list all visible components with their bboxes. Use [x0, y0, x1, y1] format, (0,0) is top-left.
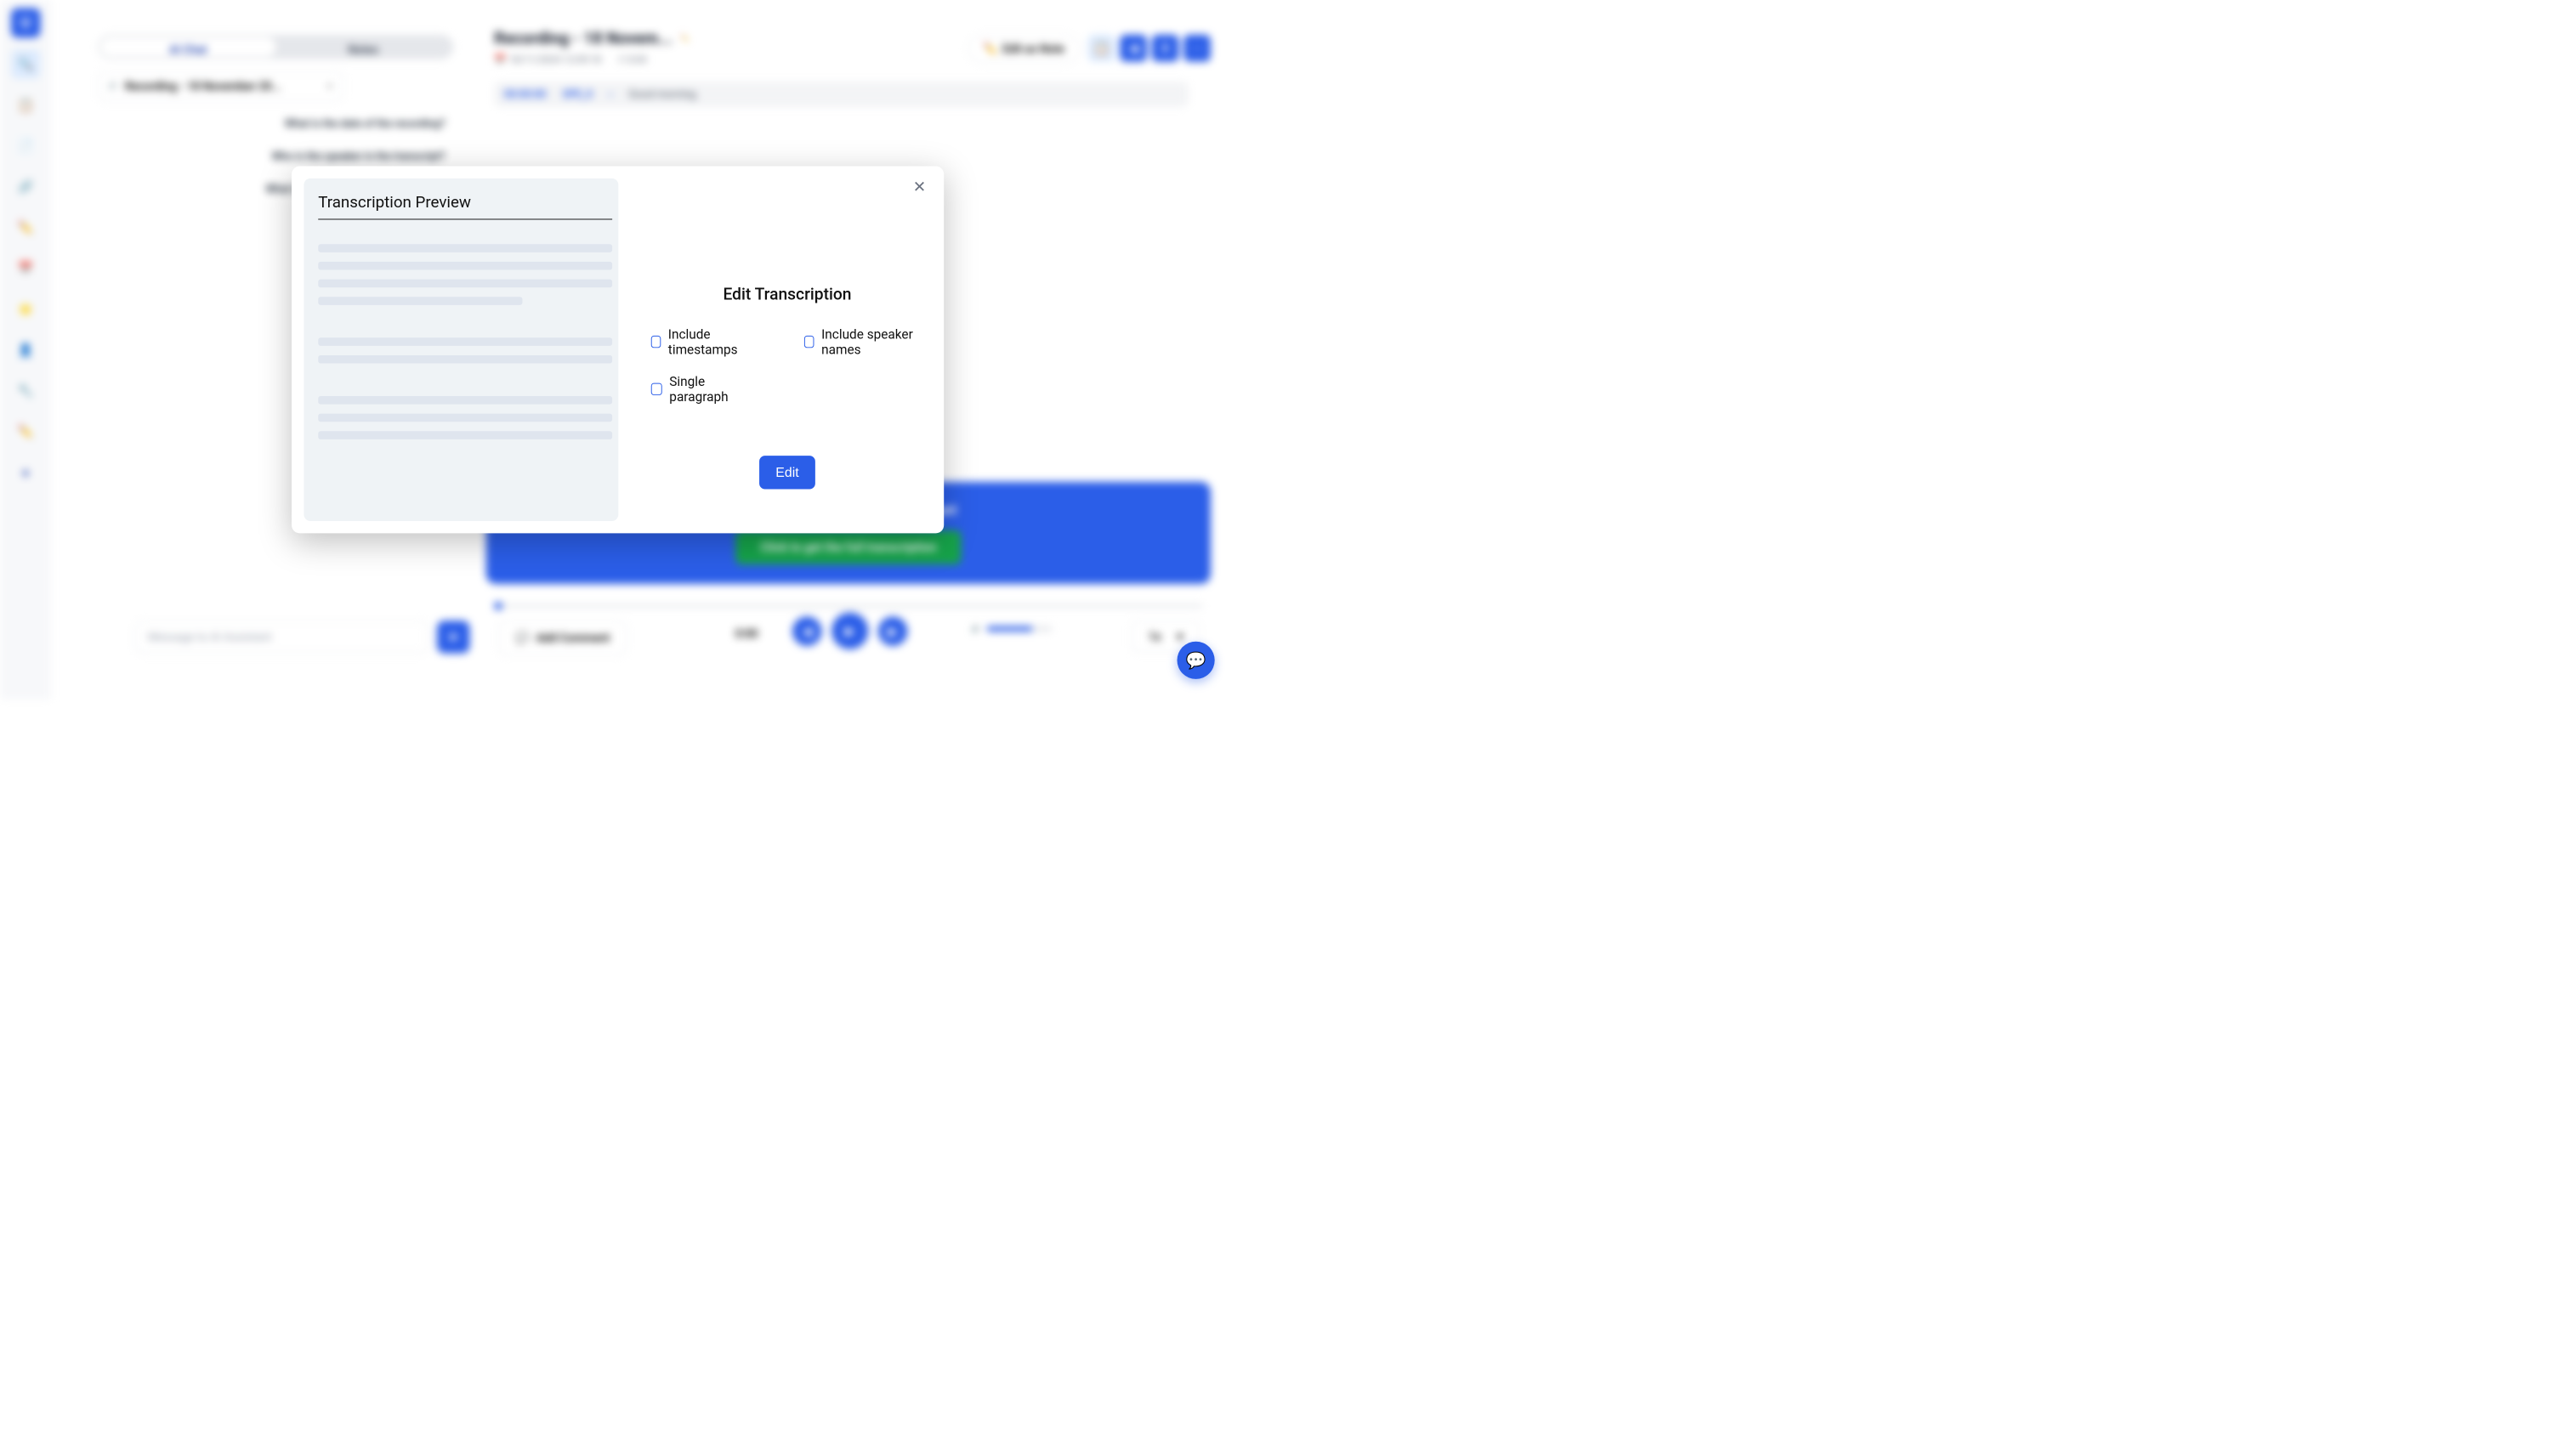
options-col-left: Include timestamps Single paragraph: [651, 326, 756, 405]
nav-icon-2[interactable]: 📄: [11, 132, 40, 161]
nav-icon-6[interactable]: ⭐: [11, 295, 40, 324]
label-speaker-names: Include speaker names: [821, 326, 923, 358]
skeleton-line: [318, 337, 612, 346]
play-button[interactable]: ▶: [831, 613, 868, 649]
action-btn-4[interactable]: ⋯: [1183, 35, 1211, 62]
action-btn-1[interactable]: 📋: [1088, 35, 1115, 62]
tab-group: AI Chat Notes: [98, 35, 453, 59]
send-button[interactable]: ➤: [437, 620, 469, 653]
close-modal-button[interactable]: ✕: [911, 178, 928, 195]
recording-breadcrumb[interactable]: 🎵 Recording - 18 November 20... ✕: [98, 71, 343, 101]
recording-duration: ⏱ 0:04: [617, 54, 646, 65]
sidebar: U 🔍 📋 📄 🔗 ✏️ 📅 ⭐ 👤 🔧 ✏️ ♠: [0, 0, 51, 700]
player-controls: ◀ ▶ ▶: [792, 616, 907, 649]
tab-notes[interactable]: Notes: [275, 37, 451, 57]
skeleton-block-2: [318, 337, 604, 363]
tab-ai-chat[interactable]: AI Chat: [100, 37, 275, 57]
recording-title: Recording - 18 Novem...: [494, 29, 673, 48]
player-time: 0:00: [735, 626, 758, 640]
checkbox-single-paragraph[interactable]: [651, 383, 662, 395]
nav-icon-1[interactable]: 📋: [11, 91, 40, 120]
edit-panel: ✕ Edit Transcription Include timestamps …: [631, 167, 944, 534]
skeleton-line: [318, 280, 612, 288]
chevron-down-icon[interactable]: ▾: [609, 90, 612, 98]
nav-icon-7[interactable]: 👤: [11, 336, 40, 365]
chevron-down-icon: ▾: [1178, 630, 1183, 643]
add-comment-button[interactable]: 💬 Add Comment: [498, 620, 627, 655]
transcription-modal: Transcription Preview ✕ Edit Transcripti…: [292, 167, 944, 534]
skeleton-line: [318, 414, 612, 422]
player-progress[interactable]: [494, 604, 1202, 608]
breadcrumb-text: Recording - 18 November 20...: [125, 80, 281, 93]
nav-icon-4[interactable]: ✏️: [11, 213, 40, 242]
option-timestamps[interactable]: Include timestamps: [651, 326, 756, 358]
nav-icon-9[interactable]: ✏️: [11, 417, 40, 446]
music-icon: 🎵: [109, 82, 117, 90]
volume-control[interactable]: 🔊: [972, 625, 1052, 632]
app-logo[interactable]: U: [11, 8, 41, 38]
skeleton-line: [318, 396, 612, 405]
checkbox-speaker-names[interactable]: [804, 336, 814, 348]
nav-icon-5[interactable]: 📅: [11, 254, 40, 283]
close-icon[interactable]: ✕: [327, 82, 332, 90]
header-actions: 📋 ◀ ⬇ ⋯: [1088, 35, 1211, 62]
chat-message-2: Who is the speaker in the transcript?: [98, 150, 457, 162]
action-btn-3[interactable]: ⬇: [1152, 35, 1179, 62]
options-row: Include timestamps Single paragraph Incl…: [651, 326, 923, 405]
chat-message-1: What is the date of the recording?: [98, 117, 457, 129]
volume-icon: 🔊: [972, 625, 980, 632]
skeleton-line: [318, 244, 612, 252]
options-col-right: Include speaker names: [804, 326, 923, 405]
skeleton-line: [318, 297, 522, 305]
forward-button[interactable]: ▶: [878, 616, 908, 646]
preview-title: Transcription Preview: [318, 193, 612, 220]
chat-input[interactable]: Message to AI Assistant: [135, 620, 429, 653]
full-transcription-button[interactable]: Click to get the full transcription: [735, 530, 961, 564]
skeleton-line: [318, 355, 612, 364]
edit-title: Edit Transcription: [723, 285, 851, 304]
recording-date: 📅 18/11/2024 12:09:18: [494, 54, 601, 65]
edit-title-icon[interactable]: ✏️: [681, 34, 690, 42]
skeleton-line: [318, 262, 612, 270]
transcript-text: Good morning.: [628, 88, 698, 100]
checkbox-timestamps[interactable]: [651, 336, 661, 348]
chat-icon: 💬: [1186, 651, 1206, 671]
skeleton-line: [318, 431, 612, 439]
transcript-row: 00:00:00 SPE_0 ▾ Good morning.: [494, 82, 1189, 107]
skeleton-block-3: [318, 396, 604, 439]
search-icon[interactable]: 🔍: [11, 50, 40, 79]
nav-icon-10[interactable]: ♠: [11, 458, 40, 487]
transcript-speaker: SPE_0: [563, 88, 593, 100]
main-area: Recording - 18 Novem... ✏️ 📅 18/11/2024 …: [494, 29, 1218, 65]
edit-button[interactable]: Edit: [759, 456, 815, 489]
transcript-timestamp: 00:00:00: [504, 88, 547, 100]
progress-handle[interactable]: [494, 602, 502, 610]
volume-slider[interactable]: [987, 626, 1053, 632]
nav-icon-8[interactable]: 🔧: [11, 377, 40, 405]
label-timestamps: Include timestamps: [668, 326, 756, 358]
preview-panel: Transcription Preview: [304, 178, 618, 521]
comment-icon: 💬: [515, 632, 530, 645]
title-row: Recording - 18 Novem... ✏️: [494, 29, 1218, 48]
action-btn-2[interactable]: ◀: [1120, 35, 1147, 62]
rewind-button[interactable]: ◀: [792, 616, 822, 646]
option-single-paragraph[interactable]: Single paragraph: [651, 374, 756, 405]
skeleton-block-1: [318, 244, 604, 305]
option-speaker-names[interactable]: Include speaker names: [804, 326, 923, 358]
pencil-icon: ✏️: [984, 42, 998, 55]
edit-as-note-button[interactable]: ✏️ Edit as Note: [968, 35, 1080, 63]
chat-support-fab[interactable]: 💬: [1178, 642, 1215, 679]
nav-icon-3[interactable]: 🔗: [11, 173, 40, 201]
recording-meta: 📅 18/11/2024 12:09:18 ⏱ 0:04: [494, 54, 1218, 65]
volume-fill: [987, 626, 1033, 632]
label-single-paragraph: Single paragraph: [669, 374, 755, 405]
